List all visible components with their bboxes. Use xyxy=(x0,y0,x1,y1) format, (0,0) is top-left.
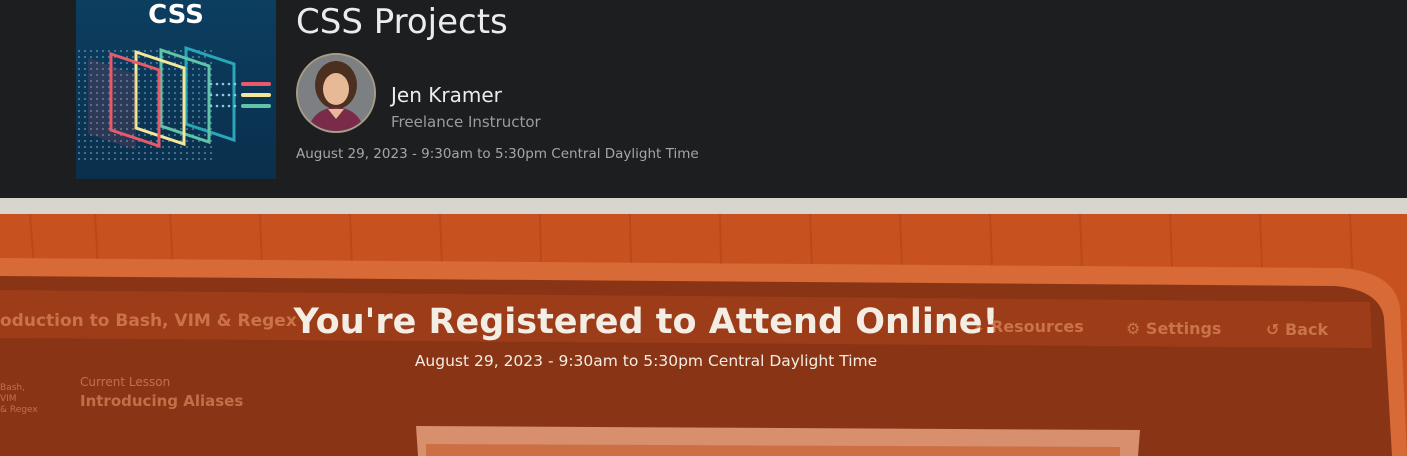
svg-text:Introducing Aliases: Introducing Aliases xyxy=(80,392,243,410)
registration-confirmation-title: You're Registered to Attend Online! xyxy=(293,302,999,342)
svg-text:VIM: VIM xyxy=(0,394,17,404)
registration-event-date: August 29, 2023 - 9:30am to 5:30pm Centr… xyxy=(414,352,878,370)
instructor-name[interactable]: Jen Kramer xyxy=(391,83,502,107)
course-thumbnail[interactable]: CSS xyxy=(76,0,276,179)
svg-text:& Regex: & Regex xyxy=(0,405,38,415)
course-header: CSS CSS Projects Jen Kramer Freelance In… xyxy=(0,0,1407,198)
course-date: August 29, 2023 - 9:30am to 5:30pm Centr… xyxy=(296,146,699,162)
course-title[interactable]: CSS Projects xyxy=(296,2,508,42)
instructor-role: Freelance Instructor xyxy=(391,113,541,131)
registration-hero: oduction to Bash, VIM & Regex ⬇ Resource… xyxy=(0,198,1407,456)
css-layers-illustration xyxy=(76,45,271,160)
svg-text:Current Lesson: Current Lesson xyxy=(80,375,170,389)
instructor-avatar xyxy=(296,53,376,133)
svg-text:Bash,: Bash, xyxy=(0,383,25,393)
